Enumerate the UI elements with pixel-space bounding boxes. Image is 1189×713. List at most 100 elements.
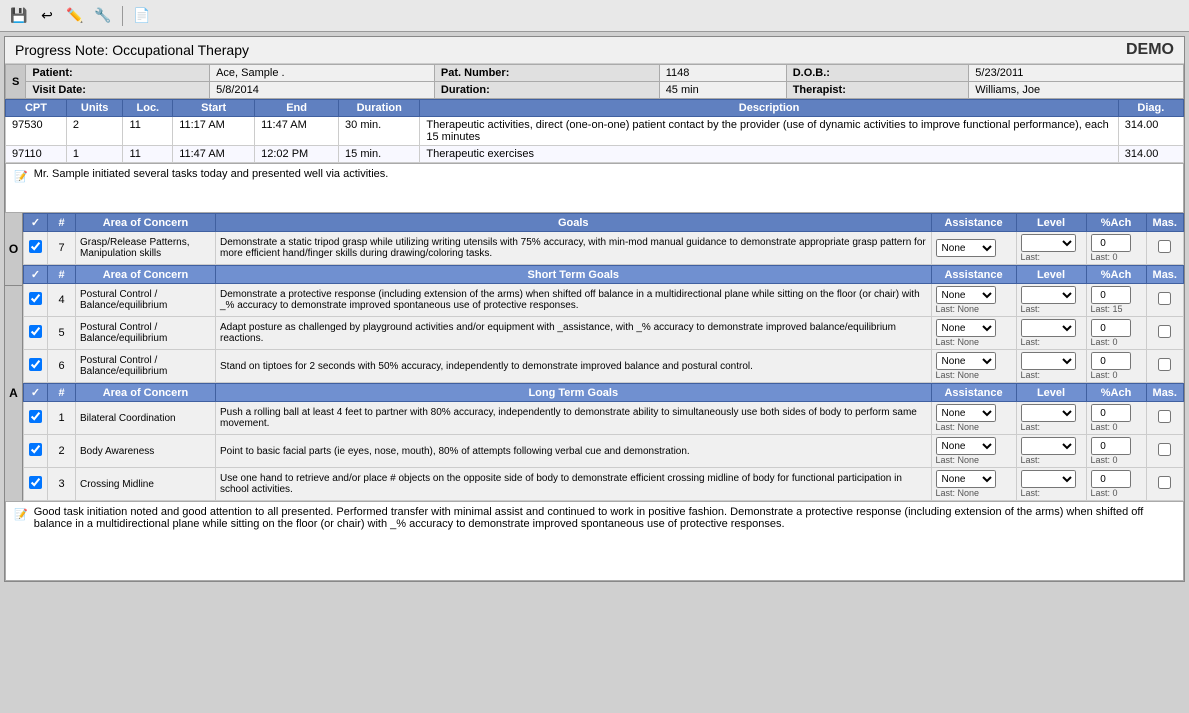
goal-level-cell[interactable]: 12345Last:: [1016, 284, 1086, 317]
goal-level-select[interactable]: 12345: [1021, 470, 1076, 488]
goal-level-cell[interactable]: 12345Last:: [1016, 232, 1086, 265]
goal-area: Postural Control / Balance/equilibrium: [76, 284, 216, 317]
goal-assistance-last: Last: None: [936, 488, 1012, 498]
goal-pct-cell[interactable]: Last: 0: [1086, 435, 1146, 468]
goal-pct-cell[interactable]: Last: 0: [1086, 232, 1146, 265]
goal-assistance-select[interactable]: NoneMinModMaxIndependent: [936, 437, 996, 455]
goal-level-cell[interactable]: 12345Last:: [1016, 468, 1086, 501]
goal-checkbox[interactable]: [29, 325, 42, 338]
goal-pct-cell[interactable]: Last: 15: [1086, 284, 1146, 317]
goal-mas-checkbox[interactable]: [1158, 410, 1171, 423]
goal-level-cell[interactable]: 12345Last:: [1016, 350, 1086, 383]
goal-mas-checkbox[interactable]: [1158, 325, 1171, 338]
cpt-cell-cpt: 97530: [6, 117, 67, 146]
goal-level-select[interactable]: 12345: [1021, 404, 1076, 422]
narrative-icon: 📝: [14, 170, 28, 183]
col-check: ✓: [24, 214, 48, 232]
goal-assistance-last: Last: None: [936, 370, 1012, 380]
goal-mas-cell[interactable]: [1146, 350, 1183, 383]
goal-checkbox[interactable]: [29, 358, 42, 371]
goal-checkbox[interactable]: [29, 443, 42, 456]
goal-pct-input[interactable]: [1091, 470, 1131, 488]
goal-checkbox-cell[interactable]: [24, 232, 48, 265]
goal-assistance-cell[interactable]: NoneMinModMaxIndependentLast: None: [931, 402, 1016, 435]
goal-pct-cell[interactable]: Last: 0: [1086, 350, 1146, 383]
goal-checkbox-cell[interactable]: [24, 284, 48, 317]
goal-checkbox[interactable]: [29, 292, 42, 305]
goal-pct-cell[interactable]: Last: 0: [1086, 317, 1146, 350]
goal-checkbox-cell[interactable]: [24, 468, 48, 501]
tool-icon[interactable]: 🔧: [92, 5, 114, 27]
goal-pct-input[interactable]: [1091, 286, 1131, 304]
goal-assistance-select[interactable]: NoneMinModMaxIndependent: [936, 286, 996, 304]
pencil-icon[interactable]: ✏️: [64, 5, 86, 27]
goal-mas-cell[interactable]: [1146, 317, 1183, 350]
goal-area: Postural Control / Balance/equilibrium: [76, 350, 216, 383]
goal-mas-checkbox[interactable]: [1158, 358, 1171, 371]
goal-mas-checkbox[interactable]: [1158, 292, 1171, 305]
narrative-s-box[interactable]: 📝 Mr. Sample initiated several tasks tod…: [5, 163, 1184, 213]
stg-col-goals: Short Term Goals: [216, 266, 932, 284]
goal-checkbox-cell[interactable]: [24, 317, 48, 350]
list-item: 1Bilateral CoordinationPush a rolling ba…: [24, 402, 1184, 435]
stg-col-pct: %Ach: [1086, 266, 1146, 284]
goal-num: 6: [48, 350, 76, 383]
title-label: Progress Note:: [15, 42, 108, 58]
goal-assistance-cell[interactable]: NoneMinModMaxIndependentLast: None: [931, 284, 1016, 317]
goal-mas-checkbox[interactable]: [1158, 476, 1171, 489]
col-goals: Goals: [216, 214, 932, 232]
save-icon[interactable]: 💾: [8, 5, 30, 27]
goal-pct-input[interactable]: [1091, 352, 1131, 370]
goal-checkbox-cell[interactable]: [24, 402, 48, 435]
goal-level-last: Last:: [1021, 252, 1082, 262]
goal-assistance-select[interactable]: NoneMinModMaxIndependent: [936, 404, 996, 422]
goal-pct-input[interactable]: [1091, 437, 1131, 455]
cpt-header-duration: Duration: [339, 100, 420, 117]
goal-mas-cell[interactable]: [1146, 284, 1183, 317]
goal-assistance-select[interactable]: NoneMinModMaxIndependent: [936, 239, 996, 257]
goal-assistance-cell[interactable]: NoneMinModMaxIndependentLast: None: [931, 435, 1016, 468]
goal-checkbox[interactable]: [29, 410, 42, 423]
goal-pct-cell[interactable]: Last: 0: [1086, 402, 1146, 435]
goal-level-cell[interactable]: 12345Last:: [1016, 402, 1086, 435]
goal-level-last: Last:: [1021, 370, 1082, 380]
goal-mas-cell[interactable]: [1146, 435, 1183, 468]
goal-checkbox-cell[interactable]: [24, 350, 48, 383]
goal-pct-cell[interactable]: Last: 0: [1086, 468, 1146, 501]
goal-level-select[interactable]: 12345: [1021, 286, 1076, 304]
goal-mas-checkbox[interactable]: [1158, 240, 1171, 253]
goal-assistance-cell[interactable]: NoneMinModMaxIndependentLast: None: [931, 350, 1016, 383]
goal-assistance-select[interactable]: NoneMinModMaxIndependent: [936, 352, 996, 370]
back-icon[interactable]: ↩: [36, 5, 58, 27]
goal-level-select[interactable]: 12345: [1021, 234, 1076, 252]
goal-assistance-cell[interactable]: NoneMinModMaxIndependentLast: None: [931, 468, 1016, 501]
goal-assistance-cell[interactable]: NoneMinModMaxIndependent: [931, 232, 1016, 265]
goal-pct-input[interactable]: [1091, 319, 1131, 337]
goals-outer: O A ✓ # Area of Concern Goals Assistance…: [5, 213, 1184, 501]
goal-level-cell[interactable]: 12345Last:: [1016, 435, 1086, 468]
goal-assistance-cell[interactable]: NoneMinModMaxIndependentLast: None: [931, 317, 1016, 350]
goal-assistance-last: Last: None: [936, 422, 1012, 432]
goal-checkbox[interactable]: [29, 240, 42, 253]
goal-level-cell[interactable]: 12345Last:: [1016, 317, 1086, 350]
narrative-o-text: Good task initiation noted and good atte…: [34, 506, 1175, 530]
goal-level-last: Last:: [1021, 422, 1082, 432]
goal-checkbox[interactable]: [29, 476, 42, 489]
goal-level-select[interactable]: 12345: [1021, 319, 1076, 337]
goal-mas-cell[interactable]: [1146, 232, 1183, 265]
goal-level-select[interactable]: 12345: [1021, 437, 1076, 455]
goal-checkbox-cell[interactable]: [24, 435, 48, 468]
goal-mas-cell[interactable]: [1146, 402, 1183, 435]
goal-mas-checkbox[interactable]: [1158, 443, 1171, 456]
goal-pct-input[interactable]: [1091, 234, 1131, 252]
goal-pct-input[interactable]: [1091, 404, 1131, 422]
document-icon[interactable]: 📄: [131, 5, 153, 27]
cpt-cell-end: 11:47 AM: [255, 117, 339, 146]
goal-mas-cell[interactable]: [1146, 468, 1183, 501]
goal-assistance-select[interactable]: NoneMinModMaxIndependent: [936, 470, 996, 488]
goal-assistance-select[interactable]: NoneMinModMaxIndependent: [936, 319, 996, 337]
goal-pct-last: Last: 0: [1091, 455, 1142, 465]
goal-level-select[interactable]: 12345: [1021, 352, 1076, 370]
narrative-o-box[interactable]: 📝 Good task initiation noted and good at…: [5, 501, 1184, 581]
col-assist: Assistance: [931, 214, 1016, 232]
